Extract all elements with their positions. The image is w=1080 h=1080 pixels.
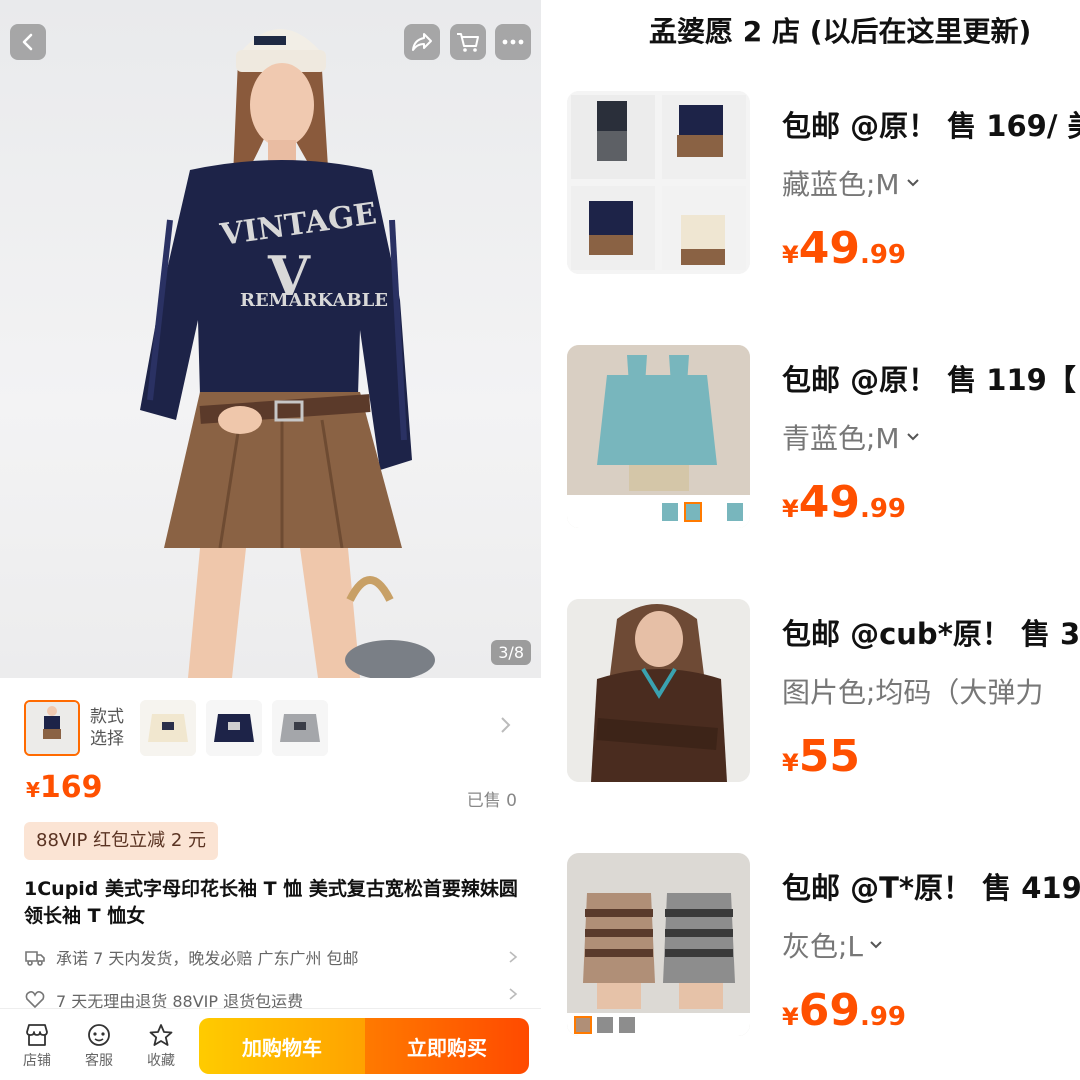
image-counter: 3/8 xyxy=(491,640,531,665)
product-image-carousel[interactable]: VINTAGE V REMARKABLE 3/8 xyxy=(0,0,541,678)
shop-title: 孟婆愿 2 店 (以后在这里更新) xyxy=(649,15,1032,48)
chevron-left-icon xyxy=(22,33,33,51)
service-label: 客服 xyxy=(85,1053,113,1069)
price-value: 169 xyxy=(39,770,103,805)
item-sku: 图片色;均码（大弹力 xyxy=(782,676,1044,709)
item-price-dec: .99 xyxy=(859,1002,906,1032)
striped-sweater-image xyxy=(567,853,750,1036)
vip-discount-badge[interactable]: 88VIP 红包立减 2 元 xyxy=(24,822,218,860)
item-name: 包邮 @原！ 售 119【 xyxy=(782,363,1076,397)
style-label-line2: 选择 xyxy=(90,729,124,749)
brown-polo-sweater-image xyxy=(567,599,750,782)
item-name: 包邮 @cub*原！ 售 3 xyxy=(782,617,1080,651)
item-sku: 灰色;L xyxy=(782,930,864,963)
item-price-symbol: ¥ xyxy=(782,241,799,269)
star-icon xyxy=(149,1024,173,1046)
item-sku: 藏蓝色;M xyxy=(782,168,900,201)
grey-sweater-image xyxy=(272,700,328,756)
chevron-right-icon[interactable] xyxy=(499,716,511,734)
favorite-label: 收藏 xyxy=(147,1053,175,1069)
customer-service-icon xyxy=(88,1024,110,1046)
chevron-down-icon xyxy=(870,941,882,949)
style-selection-label[interactable]: 款式 选择 xyxy=(90,706,124,750)
style-thumb-navy[interactable] xyxy=(206,700,262,756)
more-dots-icon xyxy=(502,39,524,45)
shipping-row[interactable]: 承诺 7 天内发货，晚发必赔 广东广州 包邮 xyxy=(24,944,519,970)
chevron-down-icon xyxy=(906,179,919,187)
navy-sweater-image xyxy=(206,700,262,756)
shopping-cart-icon xyxy=(457,33,479,52)
sweater-print-remarkable: REMARKABLE xyxy=(240,290,388,311)
item-sku-selector[interactable]: 青蓝色;M xyxy=(782,417,920,457)
share-button[interactable] xyxy=(404,24,440,60)
item-price-int: 69 xyxy=(798,985,860,1036)
price-symbol: ¥ xyxy=(26,778,40,802)
teal-sweater-image xyxy=(567,345,750,528)
item-price-int: 49 xyxy=(798,477,860,528)
delivery-truck-icon xyxy=(25,951,45,966)
returns-text: 7 天无理由退货 88VIP 退货包运费 xyxy=(56,992,304,1008)
list-item[interactable]: 包邮 @原！ 售 169/ 美 藏蓝色;M ¥49.99 xyxy=(541,91,1080,281)
store-label: 店铺 xyxy=(23,1053,51,1069)
list-item[interactable]: 包邮 @T*原！ 售 419 灰色;L ¥69.99 xyxy=(541,853,1080,1043)
item-sku-selector[interactable]: 灰色;L xyxy=(782,925,883,965)
product-price: ¥169 xyxy=(26,770,103,805)
share-icon xyxy=(412,33,432,51)
returns-row[interactable]: 7 天无理由退货 88VIP 退货包运费 xyxy=(24,988,519,1008)
favorite-tab[interactable]: 收藏 xyxy=(136,1023,186,1070)
item-thumbnail[interactable] xyxy=(567,345,750,528)
bottom-action-bar: 店铺 客服 收藏 加购物车 立即购买 xyxy=(0,1008,541,1080)
product-photo: VINTAGE V REMARKABLE xyxy=(140,29,435,678)
item-price-int: 49 xyxy=(798,223,860,274)
store-icon xyxy=(26,1024,48,1046)
item-sku-selector[interactable]: 藏蓝色;M xyxy=(782,163,920,203)
item-sku: 青蓝色;M xyxy=(782,422,900,455)
item-name: 包邮 @T*原！ 售 419 xyxy=(782,871,1080,905)
item-price: ¥55 xyxy=(782,731,860,782)
heart-shield-icon xyxy=(25,991,45,1008)
item-thumbnail[interactable] xyxy=(567,91,750,274)
shipping-text: 承诺 7 天内发货，晚发必赔 广东广州 包邮 xyxy=(56,949,359,968)
item-price-symbol: ¥ xyxy=(782,495,799,523)
item-name: 包邮 @原！ 售 169/ 美 xyxy=(782,109,1080,143)
buy-now-button[interactable]: 立即购买 xyxy=(365,1018,529,1074)
style-selector[interactable]: 款式 选择 xyxy=(0,698,541,760)
item-price: ¥49.99 xyxy=(782,477,906,528)
list-item[interactable]: 包邮 @cub*原！ 售 3 图片色;均码（大弹力 ¥55 xyxy=(541,599,1080,789)
sold-count: 已售 0 xyxy=(466,791,517,811)
store-tab[interactable]: 店铺 xyxy=(12,1023,62,1070)
item-sku-selector[interactable]: 图片色;均码（大弹力 xyxy=(782,671,1043,711)
cream-sweater-image xyxy=(140,700,196,756)
product-detail-panel: VINTAGE V REMARKABLE 3/8 款式 选择 ¥169 已售 0… xyxy=(0,0,541,1080)
more-button[interactable] xyxy=(495,24,531,60)
item-price-symbol: ¥ xyxy=(782,1003,799,1031)
shop-listing-panel: 孟婆愿 2 店 (以后在这里更新) 包邮 @原！ 售 169/ 美 藏蓝色;M … xyxy=(541,0,1080,1080)
item-price-dec: .99 xyxy=(859,240,906,270)
item-price-symbol: ¥ xyxy=(782,749,799,777)
product-title: 1Cupid 美式字母印花长袖 T 恤 美式复古宽松首要辣妹圆领长袖 T 恤女 xyxy=(24,878,518,927)
style-thumb-grey[interactable] xyxy=(272,700,328,756)
style-thumb-cream[interactable] xyxy=(140,700,196,756)
back-button[interactable] xyxy=(10,24,46,60)
item-price-int: 55 xyxy=(798,731,860,782)
list-item[interactable]: 包邮 @原！ 售 119【 青蓝色;M ¥49.99 xyxy=(541,345,1080,535)
item-thumbnail[interactable] xyxy=(567,853,750,1036)
item-thumbnail[interactable] xyxy=(567,599,750,782)
style-thumb-image xyxy=(26,702,78,754)
style-label-line1: 款式 xyxy=(90,707,124,727)
navy-sweater-collage-image xyxy=(567,91,750,274)
add-to-cart-button[interactable]: 加购物车 xyxy=(199,1018,365,1074)
item-price-dec: .99 xyxy=(859,494,906,524)
service-tab[interactable]: 客服 xyxy=(74,1023,124,1070)
item-price: ¥69.99 xyxy=(782,985,906,1036)
chevron-right-icon xyxy=(509,988,518,1000)
cart-button[interactable] xyxy=(450,24,486,60)
chevron-right-icon xyxy=(509,951,518,963)
chevron-down-icon xyxy=(906,433,919,441)
style-thumb-selected[interactable] xyxy=(24,700,80,756)
item-price: ¥49.99 xyxy=(782,223,906,274)
